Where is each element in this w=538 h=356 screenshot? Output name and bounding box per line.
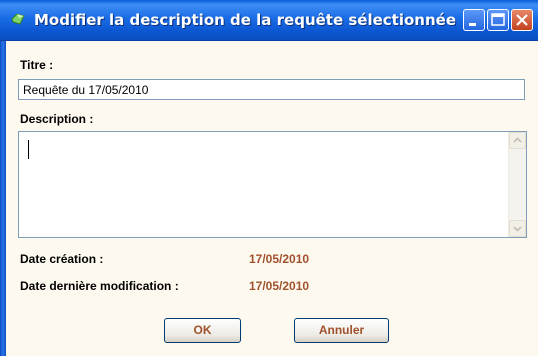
date-creation-value: 17/05/2010 [249, 252, 310, 266]
text-caret [28, 140, 29, 159]
date-modification-value: 17/05/2010 [249, 279, 310, 293]
description-scrollbar[interactable] [508, 132, 526, 237]
gem-icon [10, 12, 26, 26]
maximize-button[interactable] [487, 9, 509, 31]
titre-label: Titre : [20, 58, 54, 72]
cancel-button[interactable]: Annuler [294, 318, 389, 343]
dialog-window: Modifier la description de la requête sé… [0, 0, 538, 356]
scroll-down-button[interactable] [509, 220, 526, 237]
close-icon [516, 14, 528, 26]
description-textarea[interactable] [18, 131, 527, 238]
description-label: Description : [20, 112, 94, 126]
ok-button[interactable]: OK [164, 318, 241, 343]
date-creation-label: Date création : [20, 252, 104, 266]
titre-input[interactable] [18, 79, 525, 100]
chevron-up-icon [513, 137, 522, 143]
chevron-down-icon [513, 226, 522, 232]
maximize-icon [491, 13, 505, 26]
date-modification-label: Date dernière modification : [20, 279, 179, 293]
window-title: Modifier la description de la requête sé… [34, 11, 457, 29]
minimize-icon [469, 23, 476, 26]
close-button[interactable] [511, 9, 533, 31]
title-bar[interactable]: Modifier la description de la requête sé… [0, 0, 538, 41]
scroll-up-button[interactable] [509, 132, 526, 149]
minimize-button[interactable] [463, 9, 485, 31]
